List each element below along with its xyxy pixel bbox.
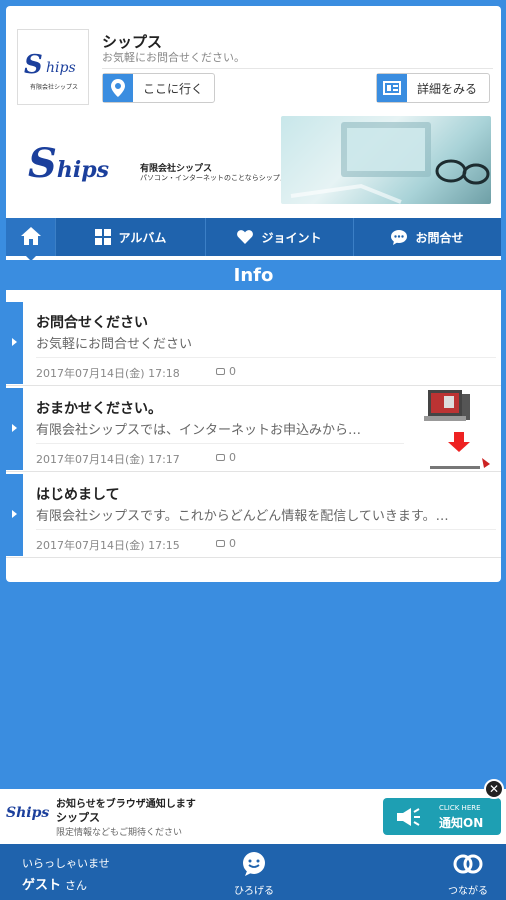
notify-on-button[interactable]: CLICK HERE 通知ON	[383, 798, 501, 835]
push-line3: 限定情報などもご期待ください	[56, 828, 183, 838]
logo-subtext: 有限会社シップス	[29, 84, 78, 91]
post-body: 有限会社シップスでは、インターネットお申込みから…	[36, 423, 362, 438]
home-icon	[20, 226, 41, 248]
post-body: 有限会社シップスです。これからどんどん情報を配信していきます。…	[36, 509, 449, 524]
post-date: 2017年07月14日(金) 17:15	[36, 539, 180, 552]
post-date: 2017年07月14日(金) 17:18	[36, 367, 180, 380]
card-icon	[377, 74, 407, 102]
spread-button[interactable]: ひろげる	[224, 852, 284, 897]
banner-logo: Ships	[28, 140, 110, 187]
nav-contact[interactable]: お問合せ	[354, 218, 501, 256]
logo-word: hips	[46, 60, 76, 76]
go-here-button[interactable]: ここに行く	[102, 73, 215, 103]
divider	[102, 68, 493, 69]
spread-label: ひろげる	[234, 886, 274, 897]
comment-icon	[216, 540, 225, 547]
connect-label: つながる	[448, 886, 488, 897]
chat-bubble-icon	[391, 229, 408, 245]
post-title: はじめまして	[36, 487, 120, 503]
nav-album[interactable]: アルバム	[56, 218, 206, 256]
push-line2: シップス	[56, 811, 100, 824]
list-item-marker	[6, 474, 23, 556]
connect-button[interactable]: つながる	[438, 852, 498, 897]
welcome-text: いらっしゃいませ	[22, 857, 110, 870]
section-title: Info	[6, 260, 501, 290]
map-pin-icon	[103, 74, 133, 102]
push-logo: Ships	[6, 805, 50, 821]
shop-subtitle: お気軽にお問合せください。	[102, 51, 245, 64]
link-icon	[452, 854, 484, 880]
post-title: お問合せください	[36, 315, 148, 331]
comment-count: 0	[216, 537, 236, 550]
go-here-label: ここに行く	[143, 81, 204, 96]
shop-banner: Ships 有限会社シップス パソコン・インターネットのことならシップスへおまか…	[6, 114, 501, 214]
details-button[interactable]: 詳細をみる	[376, 73, 490, 103]
comment-icon	[216, 368, 225, 375]
main-nav: アルバム ジョイント お問合せ	[6, 218, 501, 256]
close-icon[interactable]: ✕	[484, 779, 504, 799]
divider	[36, 443, 404, 444]
heart-icon	[237, 230, 254, 244]
list-item[interactable]: お問合せください お気軽にお問合せください 2017年07月14日(金) 17:…	[6, 300, 501, 386]
post-thumbnail	[414, 388, 496, 470]
post-list: お問合せください お気軽にお問合せください 2017年07月14日(金) 17:…	[6, 300, 501, 558]
nav-home[interactable]	[6, 218, 56, 256]
guest-name: ゲスト さん	[22, 878, 88, 893]
notify-main-label: 通知ON	[439, 816, 484, 830]
nav-joint[interactable]: ジョイント	[206, 218, 354, 256]
list-item[interactable]: はじめまして 有限会社シップスです。これからどんどん情報を配信していきます。… …	[6, 472, 501, 558]
banner-photo	[281, 116, 491, 204]
post-body: お気軽にお問合せください	[36, 337, 193, 352]
divider	[36, 357, 496, 358]
nav-contact-label: お問合せ	[415, 230, 464, 245]
push-line1: お知らせをブラウザ通知します	[56, 799, 196, 810]
shop-header: S hips 有限会社シップス シップス お気軽にお問合せください。 ここに行く…	[6, 6, 501, 114]
list-item[interactable]: おまかせください。 有限会社シップスでは、インターネットお申込みから… 2017…	[6, 386, 501, 472]
nav-joint-label: ジョイント	[261, 230, 322, 245]
comment-count: 0	[216, 365, 236, 378]
post-title: おまかせください。	[36, 401, 162, 417]
details-label: 詳細をみる	[417, 81, 478, 96]
list-item-marker	[6, 388, 23, 470]
smile-bubble-icon	[241, 852, 267, 880]
comment-icon	[216, 454, 225, 461]
divider	[36, 529, 496, 530]
push-notification-banner: Ships お知らせをブラウザ通知します シップス 限定情報などもご期待ください…	[0, 779, 506, 844]
post-date: 2017年07月14日(金) 17:17	[36, 453, 180, 466]
footer-bar: いらっしゃいませ ゲスト さん ひろげる つながる	[0, 844, 506, 900]
comment-count: 0	[216, 451, 236, 464]
logo-mark: S	[24, 50, 43, 80]
shop-logo: S hips 有限会社シップス	[17, 29, 89, 105]
speaker-icon	[395, 807, 421, 831]
notify-small-label: CLICK HERE	[439, 804, 481, 812]
shop-card: S hips 有限会社シップス シップス お気軽にお問合せください。 ここに行く…	[6, 6, 501, 582]
list-item-marker	[6, 302, 23, 384]
grid-icon	[94, 229, 111, 245]
nav-album-label: アルバム	[118, 230, 167, 245]
